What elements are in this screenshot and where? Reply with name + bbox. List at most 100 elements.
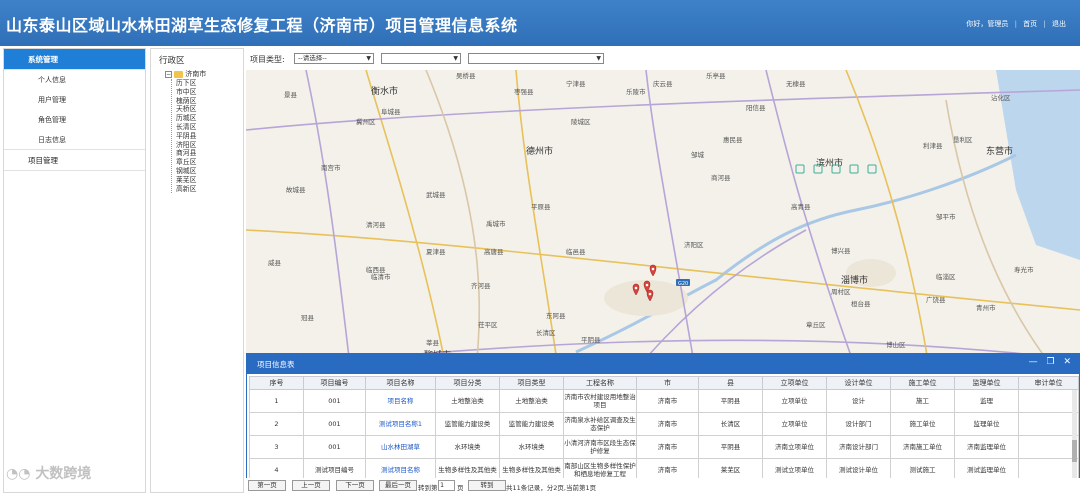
map-place-label: 平阴县 (581, 335, 601, 344)
prev-page-button[interactable]: 上一页 (292, 480, 330, 491)
map-place-label: 阜城县 (381, 107, 401, 116)
table-cell: 济南市 (636, 389, 699, 413)
table-cell (1018, 389, 1079, 413)
next-page-button[interactable]: 下一页 (336, 480, 374, 491)
menu-item-roles[interactable]: 角色管理 (4, 110, 145, 130)
page-title: 山东泰山区域山水林田湖草生态修复工程（济南市）项目管理信息系统 (6, 16, 518, 35)
table-cell: 2 (249, 412, 304, 436)
pager: 第一页 上一页 下一页 最后一页 转到第 1 页 转到 共11条记录，分2页,当… (246, 478, 1080, 493)
column-header[interactable]: 审计单位 (1018, 376, 1079, 390)
highway-shield-label: G20 (678, 281, 688, 287)
goto-page-input[interactable]: 1 (438, 480, 455, 491)
table-row[interactable]: 2 001 测试项目名称1 监管能力建设类 监管能力建设类 济南泉水补给区调查及生态保护济… (249, 412, 1079, 436)
table-cell: 施工单位 (890, 412, 955, 436)
last-page-button[interactable]: 最后一页 (379, 480, 417, 491)
column-header[interactable]: 项目类型 (499, 376, 564, 390)
table-cell: 平阴县 (698, 389, 763, 413)
header-links: 你好，管理员 | 首页 | 退出 (966, 20, 1066, 28)
logout-link[interactable]: 退出 (1052, 20, 1066, 28)
table-cell: 立项单位 (762, 412, 827, 436)
map-place-label: 衡水市 (371, 85, 398, 97)
table-cell: 1 (249, 389, 304, 413)
column-header[interactable]: 项目分类 (435, 376, 500, 390)
menu-item-logs[interactable]: 日志信息 (4, 130, 145, 150)
table-cell: 济南立项单位 (762, 435, 827, 459)
map-place-label: 青州市 (976, 303, 996, 312)
table-scrollbar[interactable] (1072, 390, 1077, 480)
tree-node-district[interactable]: 历城区 (176, 114, 196, 123)
project-type-select[interactable]: --请选择-- ▼ (294, 53, 374, 64)
project-name-link[interactable]: 测试项目名称1 (365, 412, 436, 436)
map-place-label: 临邑县 (566, 247, 586, 256)
table-cell: 设计 (826, 389, 891, 413)
goto-button[interactable]: 转到 (468, 480, 506, 491)
tree-node-district[interactable]: 商河县 (176, 149, 196, 158)
tree-node-district[interactable]: 历下区 (176, 79, 196, 88)
column-header[interactable]: 施工单位 (890, 376, 955, 390)
column-header[interactable]: 设计单位 (826, 376, 891, 390)
map-place-label: 利津县 (923, 141, 943, 150)
collapse-toggle-icon[interactable]: − (165, 70, 172, 78)
table-cell: 济南施工单位 (890, 435, 955, 459)
table-cell: 监管能力建设类 (499, 412, 564, 436)
column-header[interactable]: 序号 (249, 376, 304, 390)
project-detail-select[interactable]: ▼ (468, 53, 604, 64)
maximize-icon[interactable]: ❐ (1047, 357, 1055, 367)
map-place-label: 博兴县 (831, 246, 851, 255)
tree-node-district[interactable]: 市中区 (176, 88, 196, 97)
menu-item-users[interactable]: 用户管理 (4, 90, 145, 110)
panel-header: 项目信息表 — ❐ ✕ (247, 354, 1079, 374)
tree-node-district[interactable]: 平阴县 (176, 132, 196, 141)
scrollbar-thumb[interactable] (1072, 440, 1077, 462)
column-header[interactable]: 项目名称 (365, 376, 436, 390)
map-place-label: 吴桥县 (456, 71, 476, 80)
menu-group-system[interactable]: 系统管理 (4, 49, 145, 70)
column-header[interactable]: 监理单位 (954, 376, 1019, 390)
marker-dot (634, 286, 638, 290)
marker-dot (648, 292, 652, 296)
tree-node-district[interactable]: 莱芜区 (176, 176, 196, 185)
map-place-label: 乐陵市 (626, 87, 646, 96)
tree-node-district[interactable]: 章丘区 (176, 158, 196, 167)
project-subtype-select[interactable]: ▼ (381, 53, 461, 64)
tree-node-district[interactable]: 长清区 (176, 123, 196, 132)
table-cell: 立项单位 (762, 389, 827, 413)
tree-node-district[interactable]: 高新区 (176, 185, 196, 194)
map-place-label: 陵城区 (571, 117, 591, 126)
minimize-icon[interactable]: — (1029, 357, 1038, 367)
table-cell: 水环境类 (435, 435, 500, 459)
column-header[interactable]: 项目编号 (303, 376, 366, 390)
table-cell: 济南市 (636, 435, 699, 459)
project-name-link[interactable]: 山水林田湖草 (365, 435, 436, 459)
tree-root-label[interactable]: 济南市 (185, 70, 206, 78)
column-header[interactable]: 立项单位 (762, 376, 827, 390)
first-page-button[interactable]: 第一页 (248, 480, 286, 491)
map-place-label: 冠县 (301, 314, 315, 322)
close-icon[interactable]: ✕ (1063, 357, 1071, 367)
map-place-label: 无棣县 (786, 79, 806, 88)
map-place-label: 周村区 (831, 287, 851, 296)
tree-node-district[interactable]: 钢城区 (176, 167, 196, 176)
region-title: 行政区 (159, 56, 185, 66)
table-row[interactable]: 1 001 项目名称 土地整治类 土地整治类 济南市农村建设用地整治项目 济南市 平阴县 立项单… (249, 389, 1079, 413)
greeting-text: 你好，管理员 (966, 20, 1009, 28)
map-place-label: 德州市 (526, 145, 553, 157)
map-place-label: 清河县 (366, 220, 386, 229)
map-place-label: 高唐县 (484, 247, 504, 256)
tree-node-district[interactable]: 天桥区 (176, 105, 196, 114)
project-name-link[interactable]: 项目名称 (365, 389, 436, 413)
table-cell: 设计部门 (826, 412, 891, 436)
map-place-label: 济阳区 (684, 240, 704, 249)
menu-item-profile[interactable]: 个人信息 (4, 70, 145, 90)
home-link[interactable]: 首页 (1023, 20, 1037, 28)
column-header[interactable]: 市 (636, 376, 699, 390)
table-row[interactable]: 3 001 山水林田湖草 水环境类 水环境类 小清河济南市区段生态保护修复 济南市 平阴县 济南… (249, 435, 1079, 459)
tree-root[interactable]: − 济南市 (165, 69, 206, 79)
map-place-label: 淄博市 (841, 274, 868, 286)
map-place-label: 阳信县 (746, 103, 766, 112)
menu-group-projects[interactable]: 项目管理 (4, 150, 145, 171)
table-cell: 济南市 (636, 412, 699, 436)
column-header[interactable]: 工程名称 (563, 376, 637, 390)
column-header[interactable]: 县 (698, 376, 763, 390)
table-cell: 土地整治类 (499, 389, 564, 413)
